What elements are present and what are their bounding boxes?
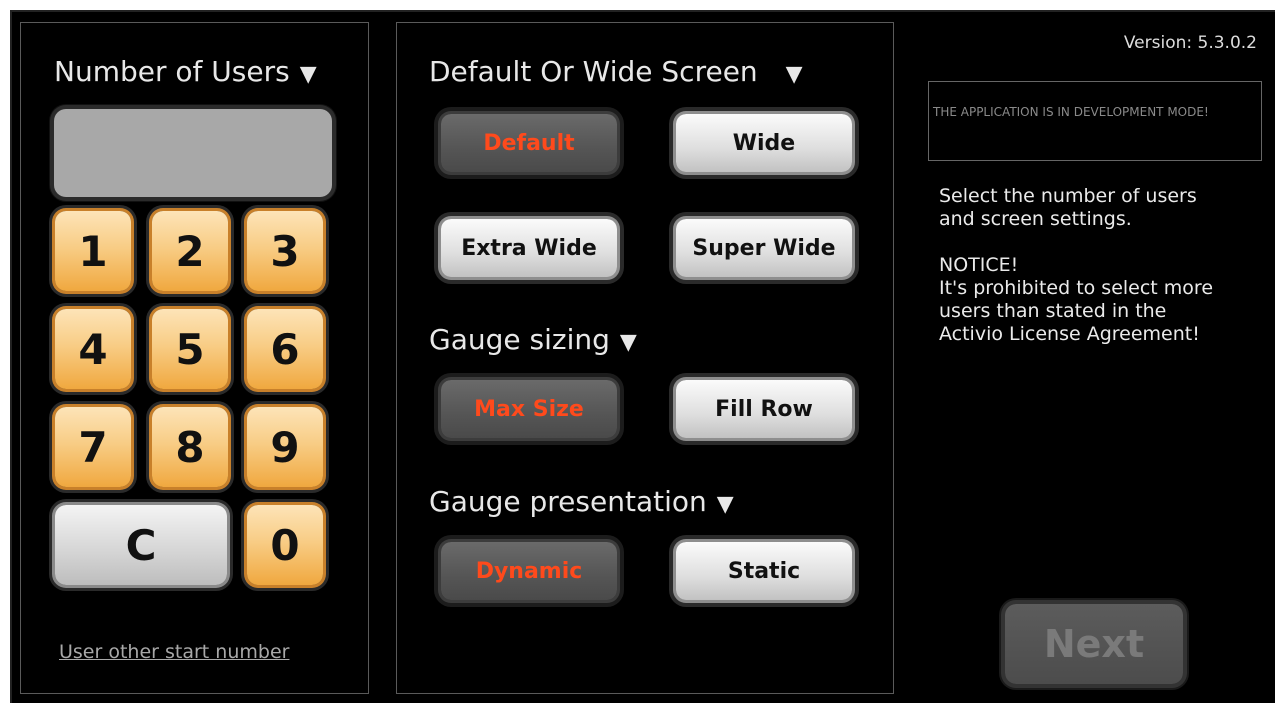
super-wide-button[interactable]: Super Wide: [676, 219, 852, 277]
notice-line: Activio License Agreement!: [939, 323, 1200, 345]
users-panel: Number of Users ▼ 1 2 3 4 5 6 7 8 9 C 0 U…: [20, 22, 369, 694]
dropdown-arrow-icon: ▼: [299, 62, 317, 87]
dropdown-arrow-icon: ▼: [785, 62, 803, 87]
wide-button[interactable]: Wide: [676, 114, 852, 172]
gauge-presentation-heading[interactable]: Gauge presentation ▼: [429, 485, 734, 518]
key-4[interactable]: 4: [55, 309, 131, 389]
key-2[interactable]: 2: [152, 211, 228, 291]
instructions-line: and screen settings.: [939, 208, 1132, 230]
gauge-presentation-title: Gauge presentation: [429, 485, 707, 518]
next-button[interactable]: Next: [1005, 604, 1183, 684]
key-1[interactable]: 1: [55, 211, 131, 291]
key-6[interactable]: 6: [247, 309, 323, 389]
users-heading[interactable]: Number of Users ▼: [54, 55, 317, 88]
key-3[interactable]: 3: [247, 211, 323, 291]
extra-wide-button[interactable]: Extra Wide: [441, 219, 617, 277]
license-notice: NOTICE! It's prohibited to select more u…: [939, 254, 1213, 346]
other-start-number-link[interactable]: User other start number: [59, 641, 289, 663]
static-button[interactable]: Static: [676, 542, 852, 600]
notice-line: users than stated in the: [939, 300, 1167, 322]
settings-panel: Default Or Wide Screen ▼ Default Wide Ext…: [396, 22, 894, 694]
notice-line: It's prohibited to select more: [939, 277, 1214, 299]
instructions-text: Select the number of users and screen se…: [939, 185, 1197, 231]
dropdown-arrow-icon: ▼: [619, 330, 637, 355]
default-button[interactable]: Default: [441, 114, 617, 172]
key-0[interactable]: 0: [247, 505, 323, 585]
key-8[interactable]: 8: [152, 407, 228, 487]
dropdown-arrow-icon: ▼: [716, 492, 734, 517]
key-9[interactable]: 9: [247, 407, 323, 487]
max-size-button[interactable]: Max Size: [441, 380, 617, 438]
notice-title: NOTICE!: [939, 254, 1019, 276]
key-clear[interactable]: C: [55, 505, 227, 585]
instructions-line: Select the number of users: [939, 185, 1197, 207]
version-label: Version: 5.3.0.2: [1123, 33, 1257, 53]
dev-mode-notice: THE APPLICATION IS IN DEVELOPMENT MODE!: [928, 81, 1262, 161]
key-7[interactable]: 7: [55, 407, 131, 487]
screen-title: Default Or Wide Screen: [429, 55, 758, 88]
gauge-sizing-title: Gauge sizing: [429, 323, 610, 356]
gauge-sizing-heading[interactable]: Gauge sizing ▼: [429, 323, 637, 356]
dynamic-button[interactable]: Dynamic: [441, 542, 617, 600]
fill-row-button[interactable]: Fill Row: [676, 380, 852, 438]
screen-heading[interactable]: Default Or Wide Screen ▼: [429, 55, 803, 88]
key-5[interactable]: 5: [152, 309, 228, 389]
user-count-display: [54, 109, 332, 197]
users-title: Number of Users: [54, 55, 290, 88]
